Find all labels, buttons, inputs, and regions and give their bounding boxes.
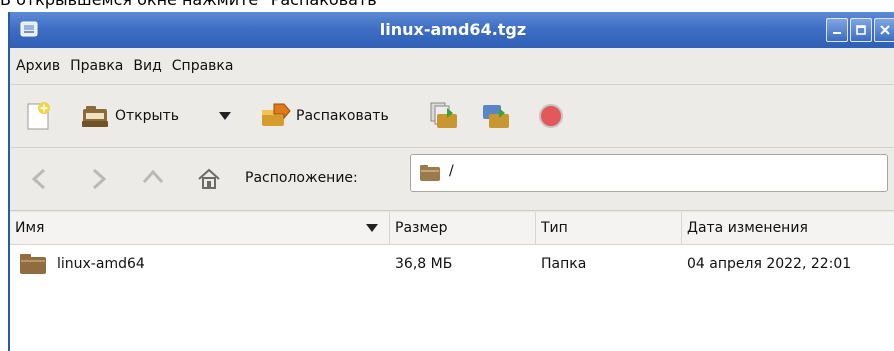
close-icon [880,25,890,35]
column-size-label: Размер [395,220,448,236]
open-dropdown-button[interactable] [218,85,232,147]
menu-help[interactable]: Справка [172,58,234,74]
back-arrow-icon[interactable] [28,166,54,192]
close-button[interactable] [874,18,894,42]
menu-view[interactable]: Вид [133,58,161,74]
column-type-label: Тип [541,220,568,236]
maximize-button[interactable] [850,18,872,42]
extract-icon [262,103,291,126]
column-type[interactable]: Тип [536,212,682,244]
menu-bar: Архив Правка Вид Справка [10,48,894,85]
home-icon[interactable] [196,166,222,192]
row-modified: 04 апреля 2022, 22:01 [687,256,852,272]
sort-down-icon [366,224,378,232]
instruction-caption: В открывшемся окне нажмите "Распаковать" [0,0,384,10]
extract-button[interactable]: Распаковать [258,85,389,147]
up-arrow-icon[interactable] [140,166,166,192]
open-folder-icon [82,106,108,127]
stop-icon [539,104,563,128]
forward-arrow-icon[interactable] [84,166,110,192]
minimize-icon [833,32,841,34]
file-list: Имя Размер Тип Дата изменения linux-amd6… [10,212,894,351]
row-type: Папка [541,256,587,272]
extract-button-label: Распаковать [296,108,389,124]
maximize-icon [856,25,866,35]
add-files-icon [430,102,457,128]
new-archive-button[interactable] [24,85,52,147]
menu-archive[interactable]: Архив [16,58,60,74]
add-files-button[interactable] [428,85,460,147]
stop-button[interactable] [538,85,564,147]
location-input[interactable]: / [410,154,888,192]
menu-edit[interactable]: Правка [70,58,123,74]
open-button-label: Открыть [115,108,179,124]
open-button[interactable]: Открыть [80,85,179,147]
row-name: linux-amd64 [57,256,145,272]
folder-icon [420,165,440,181]
window-title: linux-amd64.tgz [379,20,527,39]
column-name-label: Имя [15,220,45,236]
table-row[interactable]: linux-amd64 36,8 МБ Папка 04 апреля 2022… [10,244,894,284]
row-size: 36,8 МБ [395,256,453,272]
column-modified[interactable]: Дата изменения [682,212,894,244]
location-path: / [449,163,454,179]
chevron-down-icon [219,112,231,120]
toolbar: Открыть Распаковать [10,85,894,148]
archive-manager-window: linux-amd64.tgz Архив Правка Вид Справка [8,12,894,351]
add-folder-button[interactable] [480,85,512,147]
column-modified-label: Дата изменения [687,220,808,236]
location-label: Расположение: [245,170,358,186]
column-size[interactable]: Размер [390,212,536,244]
folder-icon [20,254,46,274]
title-bar[interactable]: linux-amd64.tgz [10,12,894,48]
minimize-button[interactable] [826,18,848,42]
list-header: Имя Размер Тип Дата изменения [10,212,894,245]
add-folder-icon [483,105,509,128]
column-name[interactable]: Имя [10,212,390,244]
new-document-icon [27,102,50,130]
